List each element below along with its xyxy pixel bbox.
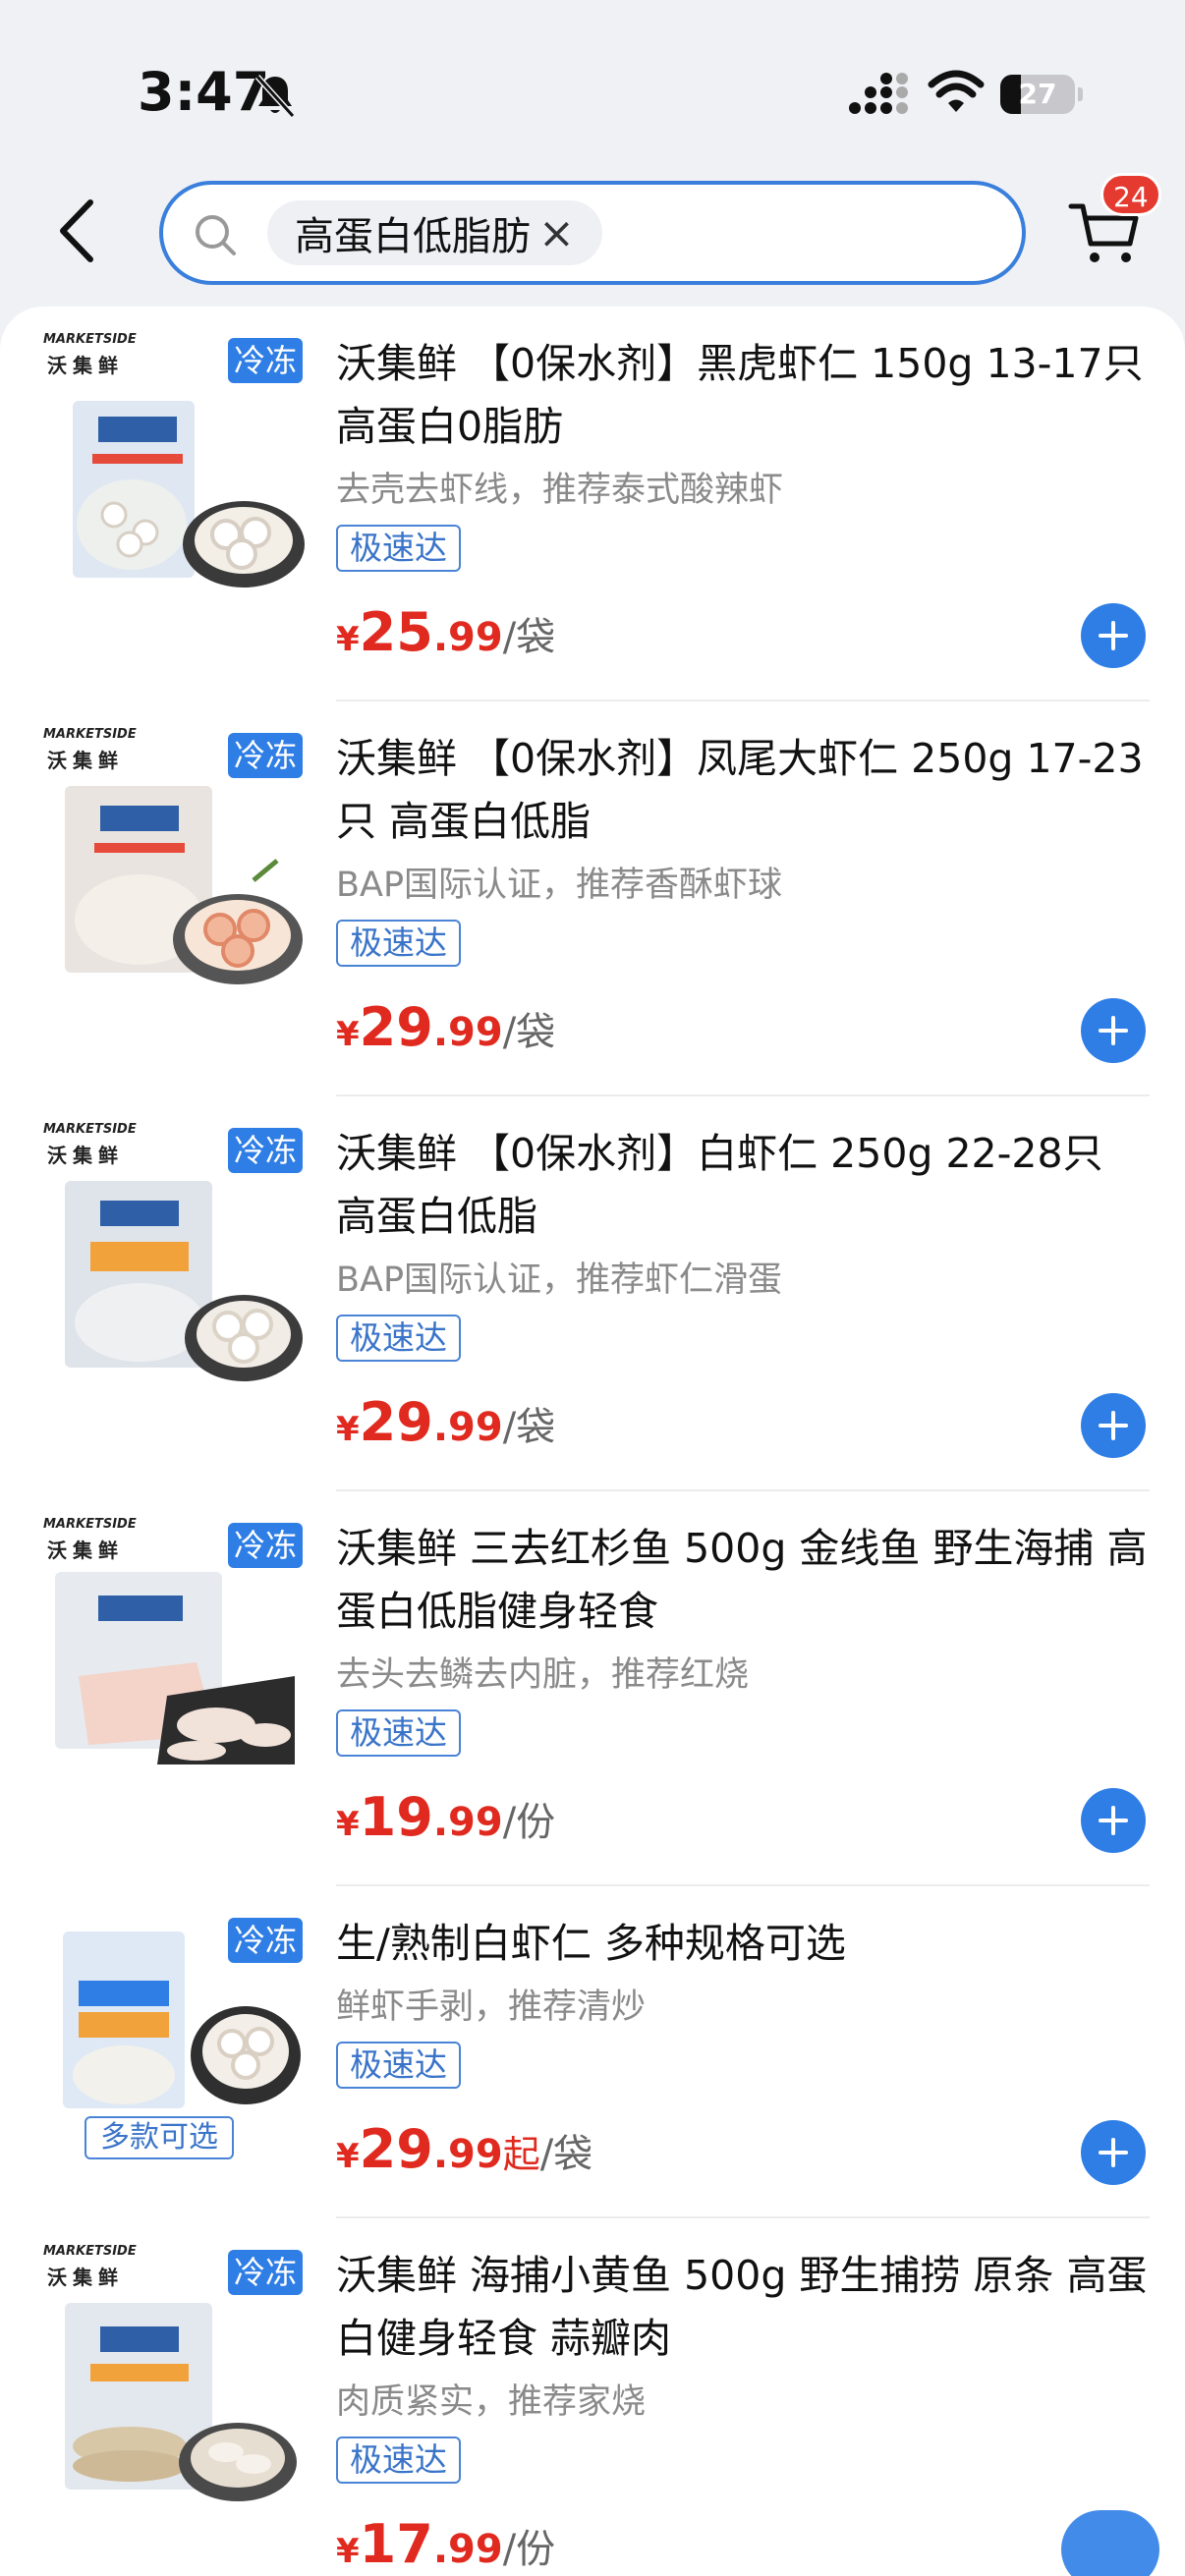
search-results-page: 3:47 27 高蛋白低脂肪 × 24 MARKETSIDE 沃集鲜 冷冻 沃集… xyxy=(0,0,1185,2576)
brand-logo: MARKETSIDE 沃集鲜 xyxy=(43,727,137,772)
product-title[interactable]: 沃集鲜 海捕小黄鱼 500g 野生捕捞 原条 高蛋白健身轻食 蒜瓣肉 xyxy=(336,2244,1152,2370)
search-input[interactable]: 高蛋白低脂肪 × xyxy=(159,181,1026,285)
product-price: ¥25.99/袋 xyxy=(336,601,556,663)
brand-logo: MARKETSIDE 沃集鲜 xyxy=(43,1122,137,1167)
add-to-cart-button[interactable] xyxy=(1081,1788,1146,1853)
product-title[interactable]: 沃集鲜 三去红杉鱼 500g 金线鱼 野生海捕 高蛋白低脂健身轻食 xyxy=(336,1517,1152,1643)
battery-icon: 27 xyxy=(1000,75,1083,114)
product-item[interactable]: MARKETSIDE 沃集鲜 冷冻 沃集鲜 【0保水剂】白虾仁 250g 22-… xyxy=(0,1096,1185,1491)
clear-keyword-icon[interactable]: × xyxy=(538,208,575,258)
floating-action-button[interactable] xyxy=(1061,2510,1159,2576)
add-to-cart-button[interactable] xyxy=(1081,1393,1146,1458)
frozen-tag: 冷冻 xyxy=(228,1523,303,1568)
frozen-tag: 冷冻 xyxy=(228,2250,303,2295)
express-badge: 极速达 xyxy=(336,1315,461,1362)
status-bar: 3:47 27 xyxy=(0,0,1185,177)
product-item[interactable]: MARKETSIDE 沃集鲜 冷冻 沃集鲜 三去红杉鱼 500g 金线鱼 野生海… xyxy=(0,1491,1185,1886)
silent-bell-icon xyxy=(254,74,296,119)
product-subtitle: 鲜虾手剥，推荐清炒 xyxy=(336,1988,647,2027)
product-list: MARKETSIDE 沃集鲜 冷冻 沃集鲜 【0保水剂】黑虎虾仁 150g 13… xyxy=(0,307,1185,2576)
product-price: ¥29.99/袋 xyxy=(336,996,556,1058)
add-to-cart-button[interactable] xyxy=(1081,2120,1146,2185)
battery-level: 27 xyxy=(1018,78,1057,110)
cart-count-badge: 24 xyxy=(1100,173,1161,216)
product-title[interactable]: 生/熟制白虾仁 多种规格可选 xyxy=(336,1912,1152,1975)
product-price: ¥29.99/袋 xyxy=(336,1391,556,1453)
add-to-cart-button[interactable] xyxy=(1081,998,1146,1063)
frozen-tag: 冷冻 xyxy=(228,1128,303,1173)
search-icon xyxy=(196,215,236,255)
search-keyword-chip[interactable]: 高蛋白低脂肪 × xyxy=(267,200,602,265)
status-time: 3:47 xyxy=(138,61,270,123)
product-price: ¥17.99/份 xyxy=(336,2513,556,2575)
product-subtitle: 去壳去虾线，推荐泰式酸辣虾 xyxy=(336,471,784,510)
product-subtitle: 肉质紧实，推荐家烧 xyxy=(336,2382,647,2422)
product-title[interactable]: 沃集鲜 【0保水剂】黑虎虾仁 150g 13-17只 高蛋白0脂肪 xyxy=(336,332,1152,458)
back-chevron-icon[interactable] xyxy=(49,196,108,265)
express-badge: 极速达 xyxy=(336,920,461,967)
express-badge: 极速达 xyxy=(336,2042,461,2089)
brand-logo: MARKETSIDE 沃集鲜 xyxy=(43,332,137,377)
express-badge: 极速达 xyxy=(336,525,461,572)
search-keyword: 高蛋白低脂肪 xyxy=(295,214,531,259)
wifi-icon xyxy=(928,70,985,112)
frozen-tag: 冷冻 xyxy=(228,338,303,383)
frozen-tag: 冷冻 xyxy=(228,1918,303,1963)
multi-variant-badge: 多款可选 xyxy=(85,2116,234,2159)
product-price: ¥19.99/份 xyxy=(336,1786,556,1848)
cellular-signal-icon xyxy=(849,73,908,114)
product-item[interactable]: MARKETSIDE 沃集鲜 冷冻 沃集鲜 【0保水剂】凤尾大虾仁 250g 1… xyxy=(0,701,1185,1096)
product-item[interactable]: 多款可选 冷冻 生/熟制白虾仁 多种规格可选 鲜虾手剥，推荐清炒 极速达 ¥29… xyxy=(0,1886,1185,2218)
express-badge: 极速达 xyxy=(336,2436,461,2484)
product-subtitle: BAP国际认证，推荐虾仁滑蛋 xyxy=(336,1260,783,1300)
product-subtitle: BAP国际认证，推荐香酥虾球 xyxy=(336,866,783,905)
product-subtitle: 去头去鳞去内脏，推荐红烧 xyxy=(336,1655,750,1695)
brand-logo: MARKETSIDE 沃集鲜 xyxy=(43,2244,137,2289)
product-item[interactable]: MARKETSIDE 沃集鲜 冷冻 沃集鲜 【0保水剂】黑虎虾仁 150g 13… xyxy=(0,307,1185,701)
product-title[interactable]: 沃集鲜 【0保水剂】白虾仁 250g 22-28只 高蛋白低脂 xyxy=(336,1122,1152,1248)
express-badge: 极速达 xyxy=(336,1709,461,1757)
product-item[interactable]: MARKETSIDE 沃集鲜 冷冻 沃集鲜 海捕小黄鱼 500g 野生捕捞 原条… xyxy=(0,2218,1185,2576)
add-to-cart-button[interactable] xyxy=(1081,603,1146,668)
product-title[interactable]: 沃集鲜 【0保水剂】凤尾大虾仁 250g 17-23只 高蛋白低脂 xyxy=(336,727,1152,853)
frozen-tag: 冷冻 xyxy=(228,733,303,778)
product-price: ¥29.99起/袋 xyxy=(336,2118,593,2180)
